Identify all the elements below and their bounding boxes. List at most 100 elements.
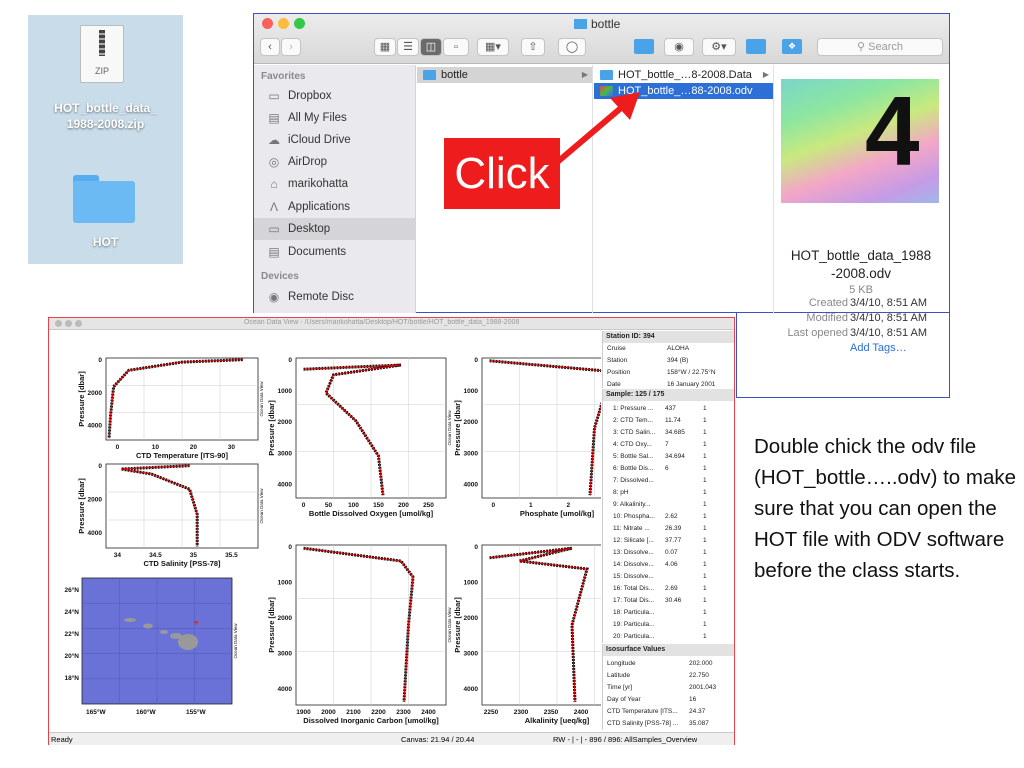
panel-cell: 1: [703, 417, 707, 424]
list-view-button[interactable]: ☰: [397, 38, 419, 56]
panel-row[interactable]: Day of Year 16: [603, 694, 734, 706]
sidebar-item-dropbox[interactable]: ▭ Dropbox: [254, 85, 416, 107]
minimize-button[interactable]: [65, 320, 72, 327]
map-lat-label: 22°N: [64, 630, 79, 638]
panel-row[interactable]: 3: CTD Salin... 34.685 1: [603, 427, 734, 439]
x-axis-label: Bottle Dissolved Oxygen [umol/kg]: [309, 509, 434, 518]
sidebar-item-documents[interactable]: ▤ Documents: [254, 241, 416, 263]
zoom-button[interactable]: [75, 320, 82, 327]
panel-cell: 1: [703, 489, 707, 496]
panel-row[interactable]: 20: Particula... 1: [603, 631, 734, 643]
panel-cell: 20: Particula...: [613, 633, 655, 640]
panel-row[interactable]: Cruise ALOHA: [603, 343, 734, 355]
x-tick-label: 35: [190, 552, 198, 559]
sidebar-item-desktop[interactable]: ▭ Desktop: [254, 218, 416, 240]
quicklook-eye-button[interactable]: ◉: [664, 38, 694, 56]
panel-cell: 1: [703, 501, 707, 508]
dropbox-icon[interactable]: ❖: [782, 39, 802, 54]
zip-file-name-line1[interactable]: HOT_bottle_data_: [28, 101, 183, 115]
share-button[interactable]: ⇧: [521, 38, 545, 56]
panel-cell: 1: [703, 453, 707, 460]
sample-header: Sample: 125 / 175: [603, 389, 734, 401]
zip-file-name-line2[interactable]: 1988-2008.zip: [28, 117, 183, 131]
panel-row[interactable]: 2: CTD Tem... 11.74 1: [603, 415, 734, 427]
sidebar-item-remote-disc[interactable]: ◉ Remote Disc: [254, 286, 416, 308]
panel-row[interactable]: 1: Pressure ... 437 1: [603, 403, 734, 415]
panel-row[interactable]: 17: Total Dis... 30.46 1: [603, 595, 734, 607]
column-item-bottle[interactable]: bottle ▶: [417, 67, 592, 83]
dropbox-folder-icon[interactable]: [746, 39, 766, 54]
panel-row[interactable]: 13: Dissolve... 0.07 1: [603, 547, 734, 559]
sidebar-item-airdrop[interactable]: ◎ AirDrop: [254, 151, 416, 173]
panel-row[interactable]: Position 158°W / 22.75°N: [603, 367, 734, 379]
arrange-button[interactable]: ▦▾: [477, 38, 509, 56]
column-view-button[interactable]: ◫: [420, 38, 442, 56]
panel-cell: Station: [607, 357, 628, 364]
panel-cell: 1: [703, 513, 707, 520]
panel-cell: 3: CTD Salin...: [613, 429, 656, 436]
column-item-data-folder[interactable]: HOT_bottle_…8-2008.Data ▶: [594, 67, 773, 83]
panel-row[interactable]: 15: Dissolve... 1: [603, 571, 734, 583]
panel-row[interactable]: Station 394 (B): [603, 355, 734, 367]
close-button[interactable]: [55, 320, 62, 327]
panel-cell: 14: Dissolve...: [613, 561, 654, 568]
panel-row[interactable]: 10: Phospha... 2.62 1: [603, 511, 734, 523]
panel-row[interactable]: 8: pH 1: [603, 487, 734, 499]
sidebar-item-home[interactable]: ⌂ marikohatta: [254, 173, 416, 195]
panel-row[interactable]: CTD Salinity [PSS-78] ... 35.087: [603, 718, 734, 730]
x-tick-label: 150: [373, 502, 384, 509]
folder-name[interactable]: HOT: [28, 235, 183, 249]
sidebar-item-icloud-drive[interactable]: ☁ iCloud Drive: [254, 129, 416, 151]
y-tick-label: 2000: [464, 419, 479, 426]
add-tags-link[interactable]: Add Tags…: [850, 342, 907, 354]
zoom-button[interactable]: [294, 18, 305, 29]
sidebar-item-all-my-files[interactable]: ▤ All My Files: [254, 107, 416, 129]
y-axis-label: Pressure [dbar]: [267, 597, 276, 653]
zip-file-icon[interactable]: ZIP: [80, 25, 124, 83]
panel-cell: 1: [703, 585, 707, 592]
panel-row[interactable]: 5: Bottle Sal... 34.694 1: [603, 451, 734, 463]
panel-row[interactable]: Latitude 22.750: [603, 670, 734, 682]
panel-row[interactable]: 11: Nitrate ... 26.39 1: [603, 523, 734, 535]
panel-row[interactable]: 7: Dissolved... 1: [603, 475, 734, 487]
map-lat-label: 26°N: [64, 586, 79, 594]
panel-row[interactable]: Longitude 202.000: [603, 658, 734, 670]
panel-row[interactable]: 4: CTD Oxy... 7 1: [603, 439, 734, 451]
tags-button[interactable]: ◯: [558, 38, 586, 56]
x-tick-label: 1900: [296, 709, 311, 716]
panel-cell: ALOHA: [667, 345, 690, 352]
favorites-header: Favorites: [261, 71, 306, 82]
panel-row[interactable]: 9: Alkalinity... 1: [603, 499, 734, 511]
folder-action-icon[interactable]: [634, 39, 654, 54]
panel-cell: 1: [703, 633, 707, 640]
panel-cell: 24.37: [689, 708, 706, 715]
panel-row[interactable]: 12: Silicate [... 37.77 1: [603, 535, 734, 547]
forward-button[interactable]: ›: [281, 38, 301, 56]
minimize-button[interactable]: [278, 18, 289, 29]
preview-metadata-2: Modified 3/4/10, 8:51 AM: [776, 312, 948, 327]
coverflow-view-button[interactable]: ▫: [443, 38, 469, 56]
y-tick-label: 0: [474, 357, 478, 364]
panel-row[interactable]: CTD Temperature [ITS... 24.37: [603, 706, 734, 718]
panel-row[interactable]: 18: Particula... 1: [603, 607, 734, 619]
x-tick-label: 2300: [396, 709, 411, 716]
panel-row[interactable]: Time [yr] 2001.043: [603, 682, 734, 694]
sidebar-item-applications[interactable]: Λ Applications: [254, 196, 416, 218]
folder-icon[interactable]: [73, 175, 135, 223]
action-gear-button[interactable]: ⚙▾: [702, 38, 736, 56]
icon-view-button[interactable]: ▦: [374, 38, 396, 56]
panel-cell: 1: [703, 525, 707, 532]
panel-row[interactable]: 16: Total Dis... 2.69 1: [603, 583, 734, 595]
panel-cell: 7: Dissolved...: [613, 477, 654, 484]
y-tick-label: 1000: [464, 580, 479, 587]
panel-row[interactable]: 14: Dissolve... 4.06 1: [603, 559, 734, 571]
panel-row[interactable]: 6: Bottle Dis... 6 1: [603, 463, 734, 475]
panel-cell: 2: CTD Tem...: [613, 417, 653, 424]
panel-cell: 1: [703, 549, 707, 556]
watermark: Ocean Data View: [259, 488, 264, 524]
panel-cell: 11.74: [665, 417, 681, 424]
panel-row[interactable]: 19: Particula... 1: [603, 619, 734, 631]
back-button[interactable]: ‹: [260, 38, 280, 56]
search-field[interactable]: ⚲ Search: [817, 38, 943, 56]
close-button[interactable]: [262, 18, 273, 29]
